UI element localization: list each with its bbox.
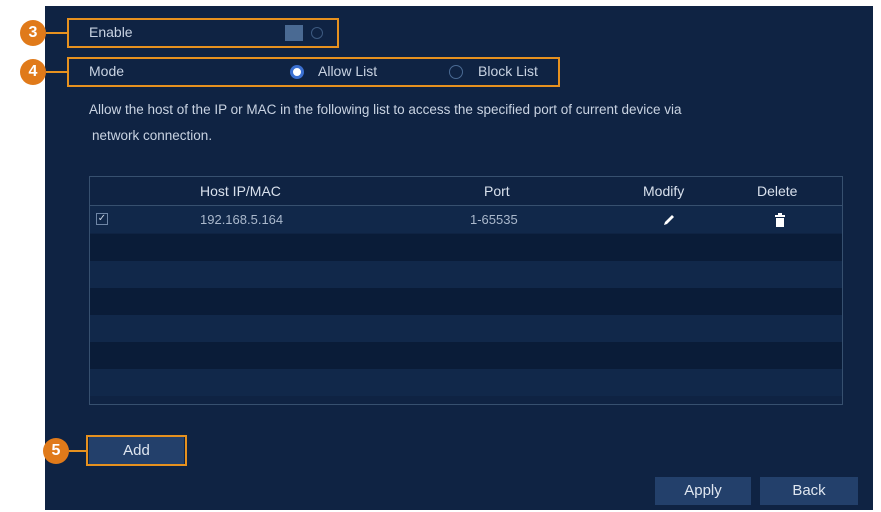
- toggle-off-indicator: [311, 27, 323, 39]
- column-header-port: Port: [484, 183, 510, 199]
- add-button[interactable]: Add: [89, 437, 184, 464]
- description-line-2: network connection.: [92, 128, 213, 143]
- back-button[interactable]: Back: [760, 477, 858, 505]
- table-row-empty: [90, 288, 842, 315]
- allow-list-label[interactable]: Allow List: [318, 63, 377, 79]
- callout-marker-add: 5: [43, 438, 69, 464]
- column-header-host: Host IP/MAC: [200, 183, 281, 199]
- apply-button[interactable]: Apply: [655, 477, 751, 505]
- allow-list-radio[interactable]: [290, 65, 304, 79]
- table-row-empty: [90, 342, 842, 369]
- callout-leader-enable: [46, 32, 68, 34]
- callout-marker-enable: 3: [20, 20, 46, 46]
- callout-marker-mode: 4: [20, 59, 46, 85]
- block-list-radio[interactable]: [449, 65, 463, 79]
- row-host: 192.168.5.164: [200, 212, 284, 227]
- callout-leader-mode: [46, 71, 68, 73]
- table-row-empty: [90, 315, 842, 342]
- toggle-knob: [285, 25, 303, 41]
- access-list-table: Host IP/MAC Port Modify Delete ✓ 192.168…: [89, 176, 843, 405]
- table-row-empty: [90, 369, 842, 396]
- mode-label: Mode: [89, 63, 125, 79]
- column-header-delete: Delete: [757, 183, 798, 199]
- block-list-label[interactable]: Block List: [478, 63, 538, 79]
- enable-toggle[interactable]: [283, 24, 327, 42]
- pencil-icon[interactable]: [662, 213, 676, 227]
- table-row-empty: [90, 234, 842, 261]
- callout-leader-add: [69, 450, 87, 452]
- trash-icon[interactable]: [774, 213, 786, 227]
- description-line-1: Allow the host of the IP or MAC in the f…: [89, 102, 682, 117]
- table-header: Host IP/MAC Port Modify Delete: [90, 177, 842, 206]
- enable-label: Enable: [89, 24, 133, 40]
- check-icon[interactable]: ✓: [96, 213, 108, 225]
- row-port: 1-65535: [470, 212, 518, 227]
- table-row[interactable]: ✓ 192.168.5.164 1-65535: [90, 206, 842, 233]
- column-header-modify: Modify: [643, 183, 685, 199]
- table-row-empty: [90, 261, 842, 288]
